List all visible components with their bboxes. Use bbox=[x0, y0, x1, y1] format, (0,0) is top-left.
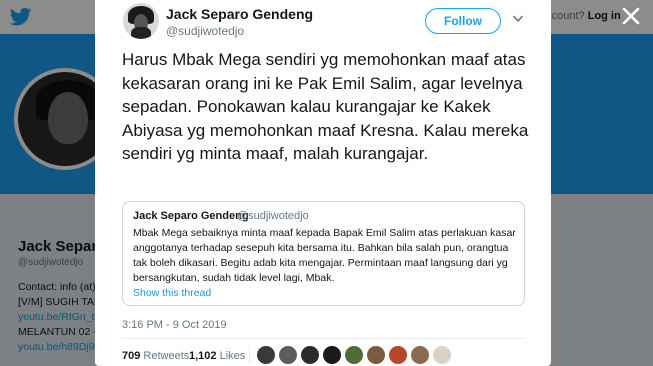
quote-text: Mbak Mega sebaiknya minta maaf kepada Ba… bbox=[133, 227, 516, 284]
liker-avatar[interactable] bbox=[345, 346, 363, 364]
retweet-count-value: 709 bbox=[122, 350, 141, 362]
liker-avatar[interactable] bbox=[257, 346, 275, 364]
quote-author-name: Jack Separo Gendeng bbox=[133, 210, 249, 222]
author-name[interactable]: Jack Separo Gendeng bbox=[166, 6, 313, 22]
author-handle[interactable]: @sudjiwotedjo bbox=[166, 24, 244, 38]
like-count-label: Likes bbox=[219, 350, 246, 362]
stats-divider bbox=[122, 338, 525, 339]
close-icon[interactable] bbox=[621, 6, 641, 26]
like-count[interactable]: 1,102 Likes bbox=[189, 350, 245, 362]
tweet-text: Harus Mbak Mega sendiri yg memohonkan ma… bbox=[122, 50, 529, 163]
tweet-timestamp[interactable]: 3:16 PM - 9 Oct 2019 bbox=[122, 319, 227, 331]
liker-avatar[interactable] bbox=[411, 346, 429, 364]
retweet-count-label: Retweets bbox=[143, 350, 190, 362]
quote-author-handle: @sudjiwotedjo bbox=[237, 210, 309, 222]
show-thread-link[interactable]: Show this thread bbox=[133, 287, 211, 299]
chevron-down-icon[interactable] bbox=[513, 15, 523, 23]
liker-avatar[interactable] bbox=[301, 346, 319, 364]
liker-avatar[interactable] bbox=[279, 346, 297, 364]
liker-avatar[interactable] bbox=[389, 346, 407, 364]
liker-avatar[interactable] bbox=[367, 346, 385, 364]
retweet-count[interactable]: 709 Retweets bbox=[122, 350, 189, 362]
quoted-tweet[interactable]: Jack Separo Gendeng @sudjiwotedjo Mbak M… bbox=[122, 201, 525, 306]
follow-button[interactable]: Follow bbox=[425, 8, 501, 34]
liker-avatar[interactable] bbox=[433, 346, 451, 364]
author-avatar[interactable] bbox=[123, 3, 159, 39]
like-count-value: 1,102 bbox=[189, 350, 217, 362]
avatar-beard-shape bbox=[131, 27, 151, 39]
stats-separator bbox=[249, 346, 250, 364]
liker-avatar[interactable] bbox=[323, 346, 341, 364]
